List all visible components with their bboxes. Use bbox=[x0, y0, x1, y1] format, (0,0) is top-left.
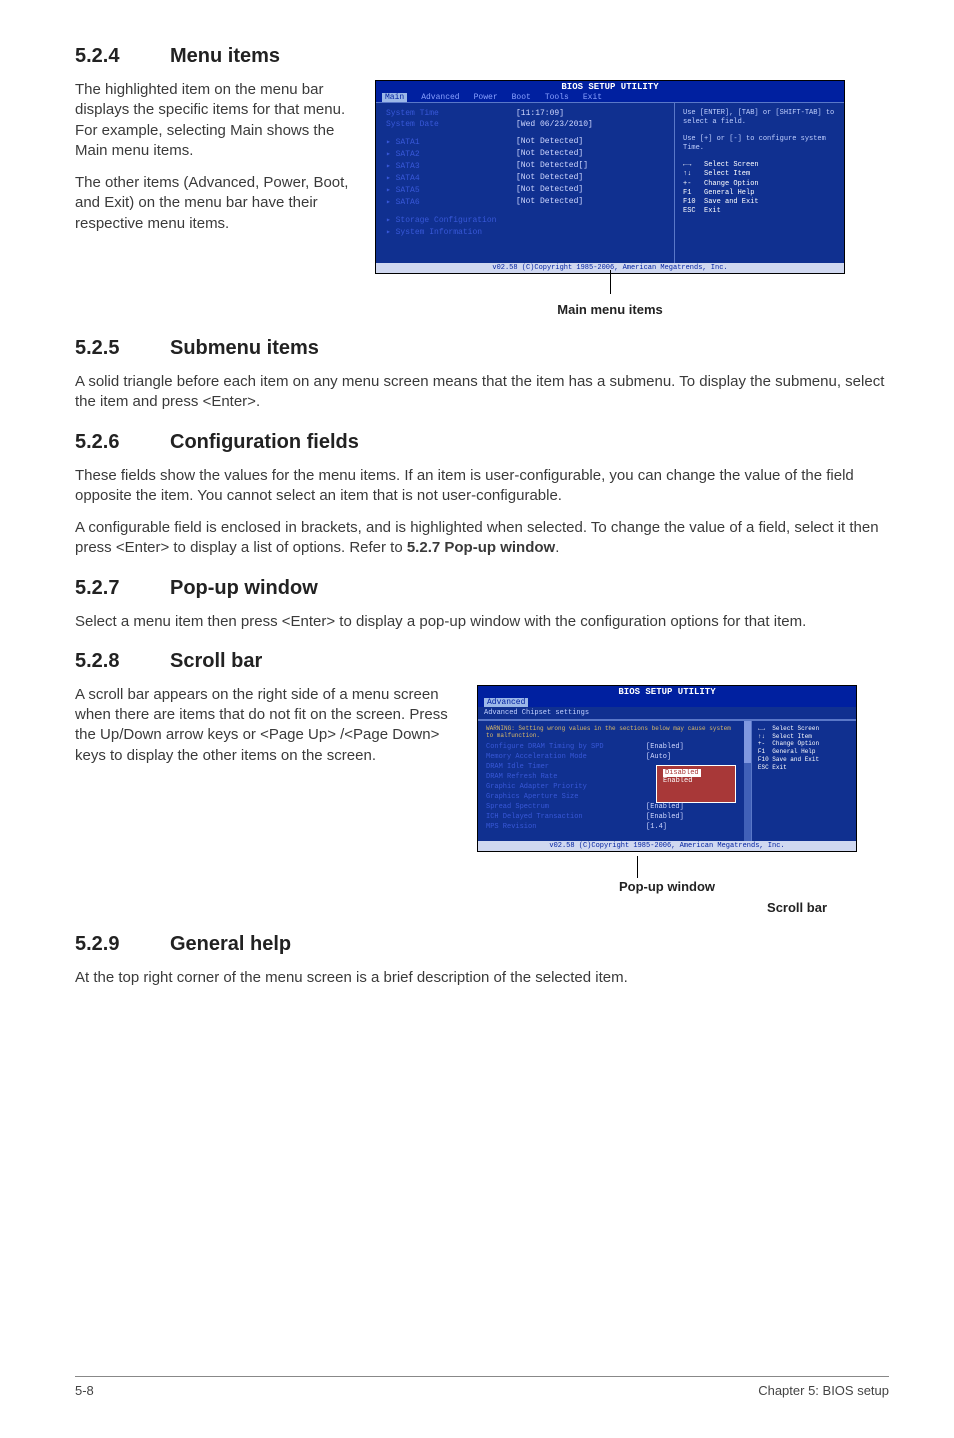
para-526-2: A configurable field is enclosed in brac… bbox=[75, 518, 889, 559]
heading-524: 5.2.4Menu items bbox=[75, 45, 889, 68]
para-528: A scroll bar appears on the right side o… bbox=[75, 685, 455, 766]
bios2-footer: v02.58 (C)Copyright 1985-2006, American … bbox=[478, 841, 856, 851]
page-number: 5-8 bbox=[75, 1383, 94, 1398]
bios2-help-panel: ←→ Select Screen ↑↓ Select Item +- Chang… bbox=[751, 721, 856, 841]
para-527: Select a menu item then press <Enter> to… bbox=[75, 612, 889, 632]
section-popup-window: 5.2.7Pop-up window Select a menu item th… bbox=[75, 577, 889, 632]
bios-screenshot-2: BIOS SETUP UTILITY Advanced Advanced Chi… bbox=[477, 685, 857, 915]
heading-526: 5.2.6Configuration fields bbox=[75, 431, 889, 454]
bios1-help-panel: Use [ENTER], [TAB] or [SHIFT-TAB] to sel… bbox=[674, 103, 844, 263]
chapter-label: Chapter 5: BIOS setup bbox=[758, 1383, 889, 1398]
bios2-title: BIOS SETUP UTILITY bbox=[478, 686, 856, 698]
bios1-title: BIOS SETUP UTILITY bbox=[376, 81, 844, 93]
bios2-subtitle: Advanced Chipset settings bbox=[478, 707, 856, 720]
tab-main: Main bbox=[382, 93, 407, 102]
page-footer: 5-8 Chapter 5: BIOS setup bbox=[75, 1376, 889, 1398]
caption-scroll-bar: Scroll bar bbox=[477, 900, 857, 915]
tab-exit: Exit bbox=[583, 93, 602, 102]
section-scroll-bar: 5.2.8Scroll bar A scroll bar appears on … bbox=[75, 650, 889, 915]
section-submenu-items: 5.2.5Submenu items A solid triangle befo… bbox=[75, 337, 889, 413]
tab-power: Power bbox=[474, 93, 498, 102]
para-524-1: The highlighted item on the menu bar dis… bbox=[75, 80, 355, 161]
bios2-left-panel: WARNING: Setting wrong values in the sec… bbox=[478, 721, 744, 841]
heading-525: 5.2.5Submenu items bbox=[75, 337, 889, 360]
bios1-left-panel: System Time[11:17:09] System Date[Wed 06… bbox=[376, 103, 674, 263]
para-529: At the top right corner of the menu scre… bbox=[75, 968, 889, 988]
section-general-help: 5.2.9General help At the top right corne… bbox=[75, 933, 889, 988]
tab-tools: Tools bbox=[545, 93, 569, 102]
tab-advanced: Advanced bbox=[421, 93, 459, 102]
bios-screenshot-1: BIOS SETUP UTILITY Main Advanced Power B… bbox=[375, 80, 845, 317]
section-configuration-fields: 5.2.6Configuration fields These fields s… bbox=[75, 431, 889, 559]
para-526-1: These fields show the values for the men… bbox=[75, 466, 889, 507]
para-525: A solid triangle before each item on any… bbox=[75, 372, 889, 413]
tab-boot: Boot bbox=[512, 93, 531, 102]
bios2-tabs: Advanced bbox=[478, 698, 856, 707]
tab-advanced-2: Advanced bbox=[484, 698, 528, 707]
para-524-2: The other items (Advanced, Power, Boot, … bbox=[75, 173, 355, 234]
caption-main-menu-items: Main menu items bbox=[375, 302, 845, 317]
section-menu-items: 5.2.4Menu items The highlighted item on … bbox=[75, 45, 889, 317]
heading-527: 5.2.7Pop-up window bbox=[75, 577, 889, 600]
bios1-tabs: Main Advanced Power Boot Tools Exit bbox=[376, 93, 844, 102]
caption-popup-window: Pop-up window bbox=[477, 879, 857, 894]
scrollbar-icon bbox=[744, 721, 751, 841]
heading-528: 5.2.8Scroll bar bbox=[75, 650, 889, 673]
popup-options: Disabled Enabled bbox=[656, 765, 736, 803]
heading-529: 5.2.9General help bbox=[75, 933, 889, 956]
